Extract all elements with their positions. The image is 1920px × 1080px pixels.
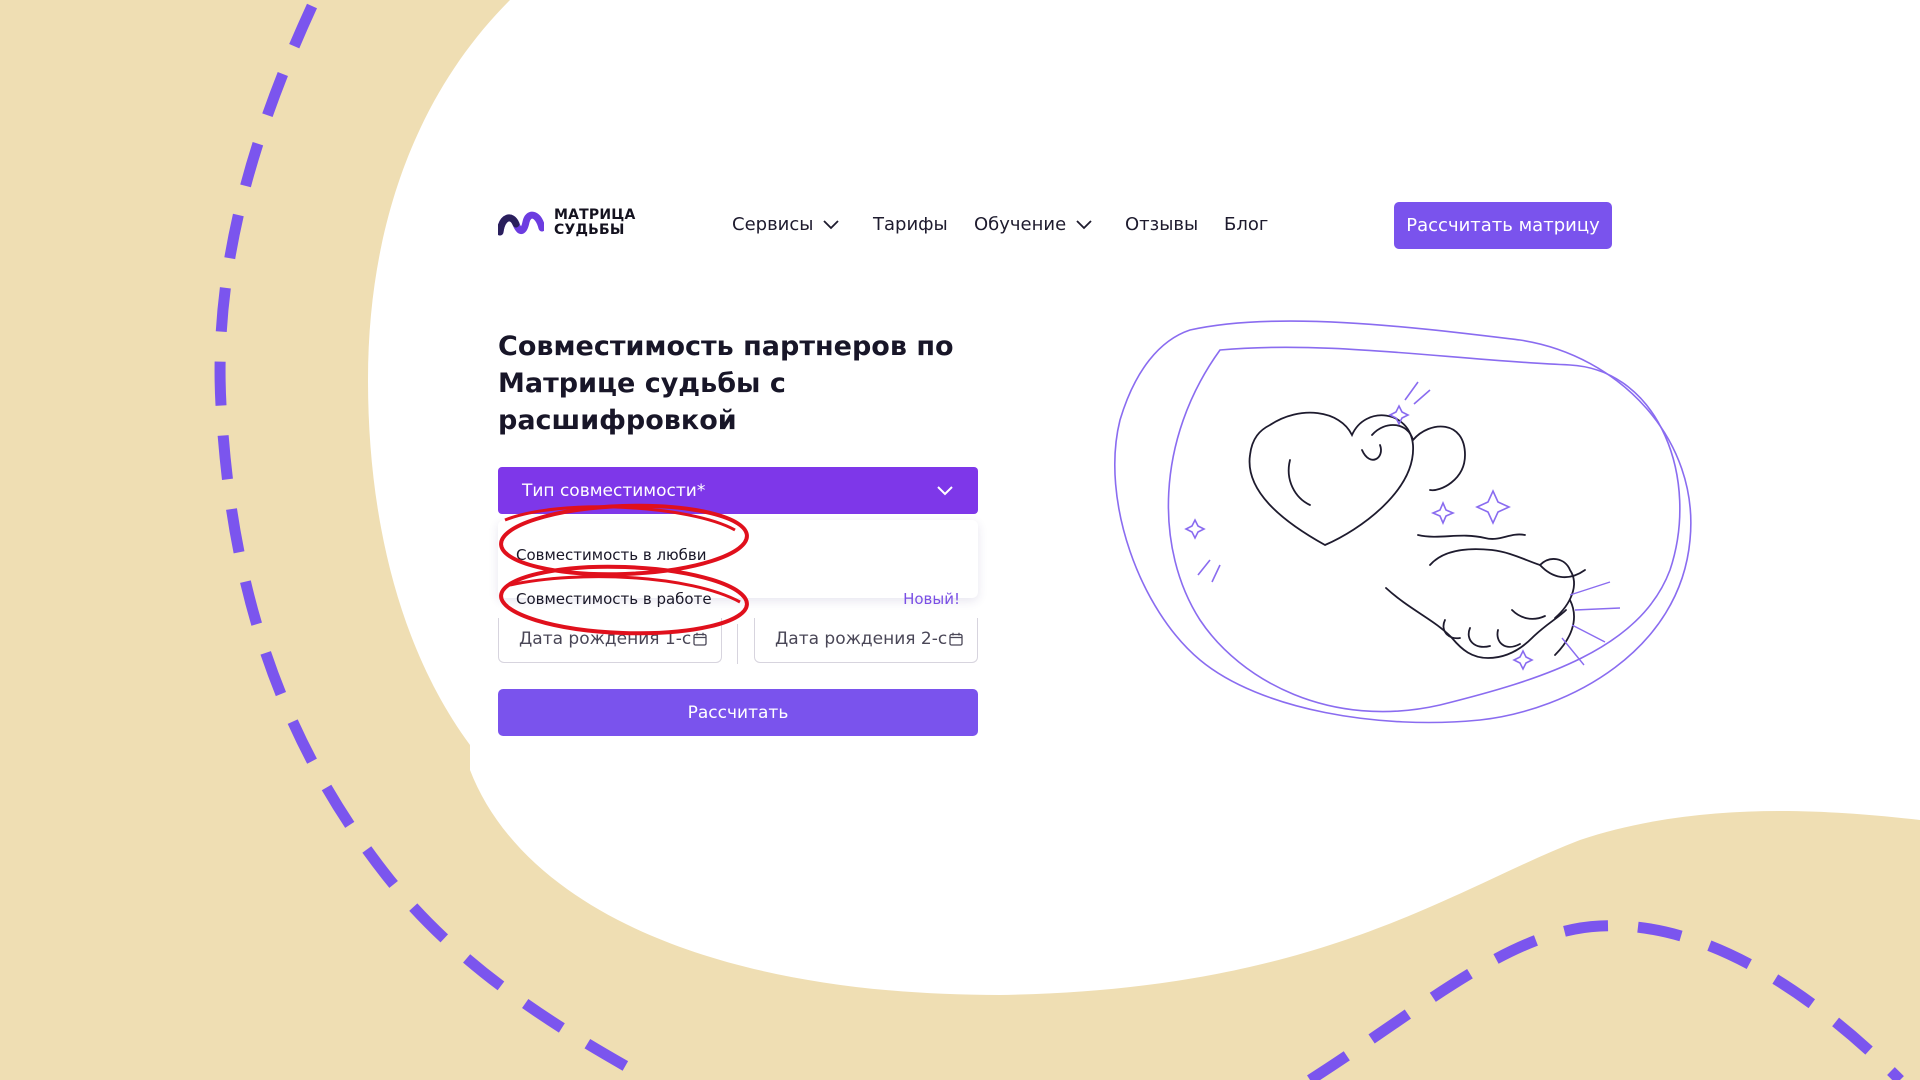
chevron-down-icon [937,486,953,496]
page: МАТРИЦА СУДЬБЫ Сервисы Тарифы Обучение О… [0,0,1920,1080]
nav-education-label: Обучение [974,214,1067,235]
new-badge: Новый! [903,590,960,608]
compatibility-dropdown: Совместимость в любви Совместимость в ра… [498,520,978,608]
nav-tariffs[interactable]: Тарифы [873,214,948,235]
option-work-compatibility[interactable]: Совместимость в работе [516,590,712,608]
option-love-compatibility[interactable]: Совместимость в любви [516,546,707,564]
page-title: Совместимость партнеров по Матрице судьб… [498,331,954,436]
date-divider [737,624,738,664]
calendar-icon[interactable] [693,632,707,646]
birth-date-1-placeholder: Дата рождения 1-с [519,629,692,649]
compatibility-type-select[interactable]: Тип совместимости* [498,467,978,514]
logo-mark-icon [498,211,544,236]
nav-blog[interactable]: Блог [1224,214,1268,235]
logo-text: МАТРИЦА СУДЬБЫ [554,208,636,238]
birth-date-1-input[interactable]: Дата рождения 1-с [498,618,722,663]
logo-line1: МАТРИЦА [554,207,636,223]
chevron-down-icon [823,219,840,229]
calculate-matrix-button[interactable]: Рассчитать матрицу [1394,202,1612,249]
nav-education[interactable]: Обучение [974,214,1092,235]
logo-line2: СУДЬБЫ [554,222,625,238]
handshake-hearts-illustration [1113,320,1692,724]
compatibility-type-label: Тип совместимости* [522,480,706,501]
nav-reviews-label: Отзывы [1125,214,1199,235]
birth-date-2-input[interactable]: Дата рождения 2-с [754,618,978,663]
calendar-icon[interactable] [949,632,963,646]
nav-reviews[interactable]: Отзывы [1125,214,1198,235]
nav-services[interactable]: Сервисы [732,214,840,235]
birth-date-2-placeholder: Дата рождения 2-с [775,629,948,649]
nav-tariffs-label: Тарифы [873,214,948,235]
calculate-button[interactable]: Рассчитать [498,689,978,736]
chevron-down-icon [1076,219,1092,229]
logo[interactable]: МАТРИЦА СУДЬБЫ [498,208,636,238]
nav-blog-label: Блог [1224,214,1269,235]
nav-services-label: Сервисы [732,214,814,235]
